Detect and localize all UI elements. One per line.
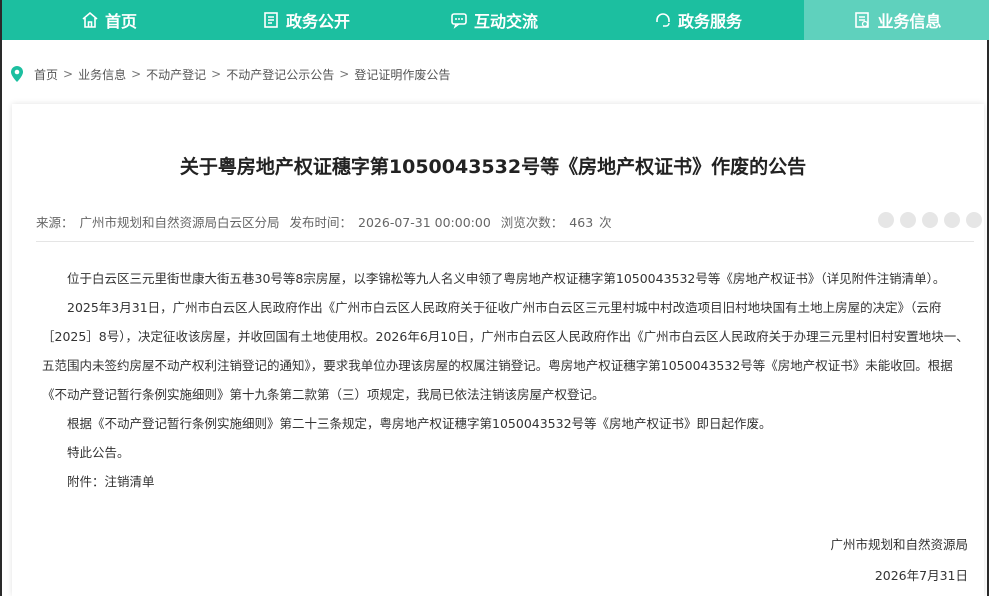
page: 首页 政务公开 互动交流 政务服务 业务信息 首页 > 业务信息 > 不动产登记…	[0, 0, 989, 596]
breadcrumb-business-info[interactable]: 业务信息	[78, 66, 126, 83]
article-body: 位于白云区三元里街世康大街五巷30号等8宗房屋，以李锦松等九人名义申领了粤房地产…	[42, 264, 972, 496]
breadcrumb-current: 登记证明作废公告	[354, 67, 451, 82]
nav-business-info[interactable]: 业务信息	[804, 0, 989, 40]
views-count: 463	[569, 215, 594, 230]
article-panel: 关于粤房地产权证穗字第1050043532号等《房地产权证书》作废的公告 来源：…	[12, 104, 984, 596]
breadcrumb-separator: >	[63, 67, 74, 81]
share-icon[interactable]	[922, 212, 938, 228]
share-icon[interactable]	[944, 212, 960, 228]
breadcrumb-registration-notices[interactable]: 不动产登记公示公告	[226, 66, 334, 83]
document-icon	[264, 12, 278, 28]
info-icon	[855, 12, 870, 28]
share-buttons	[878, 212, 982, 228]
source-label: 来源：	[36, 215, 74, 230]
breadcrumb-home[interactable]: 首页	[34, 66, 58, 83]
breadcrumb-separator: >	[211, 67, 222, 81]
top-nav: 首页 政务公开 互动交流 政务服务 业务信息	[2, 0, 989, 40]
paragraph: 特此公告。	[67, 445, 130, 460]
attachment-link[interactable]: 附件：注销清单	[42, 467, 972, 496]
paragraph: 2025年3月31日，广州市白云区人民政府作出《广州市白云区人民政府关于征收广州…	[42, 300, 969, 402]
article-meta: 来源： 广州市规划和自然资源局白云区分局 发布时间： 2026-07-31 00:0…	[36, 212, 618, 231]
nav-interaction[interactable]: 互动交流	[396, 0, 592, 40]
nav-service-label: 政务服务	[677, 12, 742, 31]
breadcrumb-separator: >	[339, 67, 350, 81]
publish-time: 2026-07-31 00:00:00	[358, 215, 491, 230]
meta-divider	[36, 241, 974, 242]
source-value: 广州市规划和自然资源局白云区分局	[79, 215, 280, 230]
views-unit: 次	[599, 215, 612, 230]
signature-date: 2026年7月31日	[874, 568, 968, 583]
nav-home[interactable]: 首页	[2, 0, 216, 40]
location-pin-icon	[11, 66, 23, 82]
share-icon[interactable]	[966, 212, 982, 228]
paragraph: 根据《不动产登记暂行条例实施细则》第二十三条规定，粤房地产权证穗字第105004…	[67, 416, 772, 431]
nav-business-label: 业务信息	[877, 12, 942, 31]
nav-gov-label: 政务公开	[285, 12, 350, 31]
nav-home-label: 首页	[104, 12, 137, 31]
chat-icon	[451, 13, 467, 29]
publish-label: 发布时间：	[289, 215, 353, 230]
views-label: 浏览次数：	[500, 215, 564, 230]
nav-interaction-label: 互动交流	[473, 12, 538, 31]
paragraph: 位于白云区三元里街世康大街五巷30号等8宗房屋，以李锦松等九人名义申领了粤房地产…	[67, 271, 946, 286]
nav-gov-affairs[interactable]: 政务公开	[216, 0, 396, 40]
signature-organization: 广州市规划和自然资源局	[830, 537, 968, 552]
breadcrumb-real-estate-registration[interactable]: 不动产登记	[146, 66, 206, 83]
headset-icon	[656, 13, 670, 27]
share-icon[interactable]	[878, 212, 894, 228]
home-icon	[82, 11, 98, 28]
share-icon[interactable]	[900, 212, 916, 228]
nav-gov-service[interactable]: 政务服务	[592, 0, 804, 40]
breadcrumb: 首页 > 业务信息 > 不动产登记 > 不动产登记公示公告 > 登记证明作废公告	[10, 62, 450, 86]
article-title: 关于粤房地产权证穗字第1050043532号等《房地产权证书》作废的公告	[179, 156, 807, 178]
breadcrumb-separator: >	[131, 67, 142, 81]
